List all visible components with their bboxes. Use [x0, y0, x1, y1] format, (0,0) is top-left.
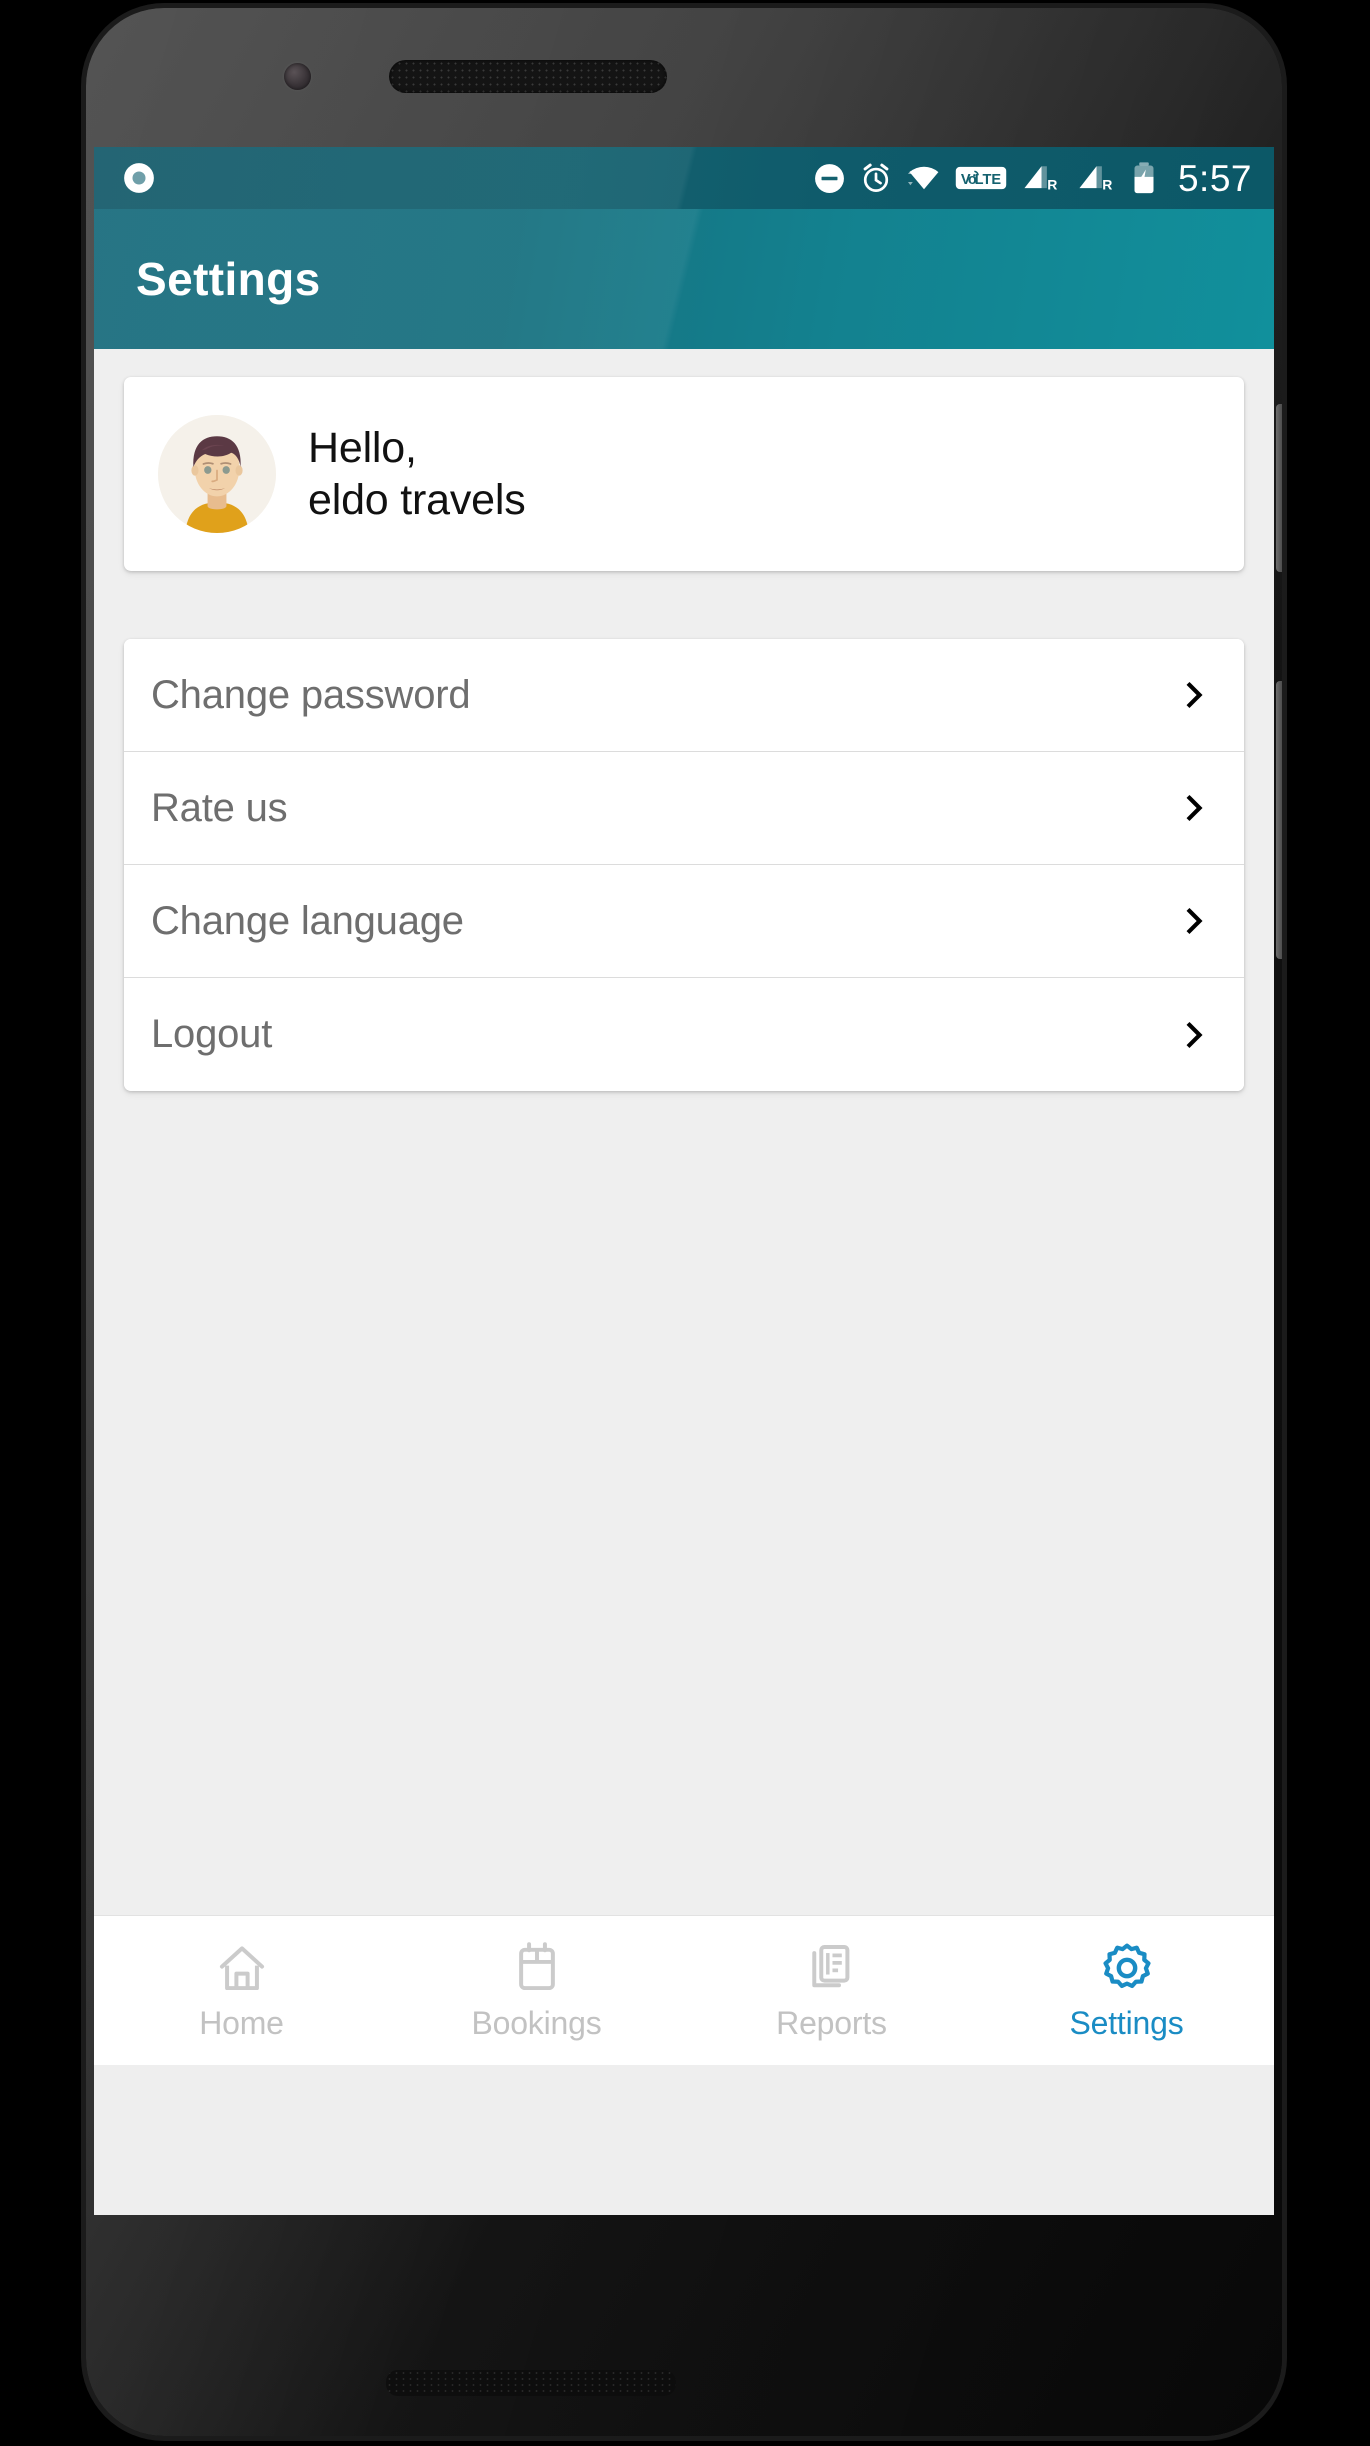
nav-item-reports[interactable]: Reports [684, 1916, 979, 2065]
menu-item-logout[interactable]: Logout [124, 978, 1244, 1091]
notification-dot-icon [124, 163, 154, 193]
status-bar: V LTE o R R 5:57 [94, 147, 1274, 209]
menu-item-change-language[interactable]: Change language [124, 865, 1244, 978]
svg-text:R: R [1047, 176, 1057, 192]
status-bar-clock: 5:57 [1177, 157, 1252, 199]
chevron-right-icon [1186, 794, 1203, 822]
wifi-icon [907, 166, 939, 190]
front-camera-icon [284, 63, 311, 90]
page-title: Settings [136, 253, 321, 305]
battery-charging-icon [1134, 162, 1154, 194]
phone-screen: V LTE o R R 5:57 Settings Hello, eldo tr… [94, 147, 1274, 2215]
profile-greeting-text: Hello, eldo travels [308, 422, 526, 527]
menu-item-label: Change language [151, 898, 464, 943]
profile-card[interactable]: Hello, eldo travels [124, 377, 1244, 571]
nav-item-home[interactable]: Home [94, 1916, 389, 2065]
svg-text:o: o [968, 172, 977, 188]
menu-item-rate-us[interactable]: Rate us [124, 752, 1244, 865]
menu-item-label: Logout [151, 1012, 273, 1056]
nav-item-settings[interactable]: Settings [979, 1916, 1274, 2065]
menu-item-change-password[interactable]: Change password [124, 639, 1244, 752]
signal-sim1-icon: R [1024, 166, 1057, 192]
power-button[interactable] [1276, 404, 1282, 572]
nav-item-label: Reports [776, 2004, 887, 2041]
volte-icon: V LTE o [955, 166, 1007, 190]
home-icon [219, 1945, 264, 1990]
menu-item-label: Rate us [151, 785, 288, 830]
status-bar-right-icons: V LTE o R R 5:57 [813, 160, 1252, 197]
phone-device-frame: V LTE o R R 5:57 Settings Hello, eldo tr… [86, 8, 1282, 2436]
nav-item-bookings[interactable]: Bookings [389, 1916, 684, 2065]
user-avatar [158, 415, 276, 533]
greeting-line: Hello, [308, 423, 417, 472]
signal-sim2-icon: R [1079, 166, 1112, 192]
gear-icon [1102, 1943, 1151, 1988]
nav-item-label: Settings [1069, 2004, 1184, 2041]
earpiece-speaker-grille [389, 60, 667, 93]
user-name: eldo travels [308, 476, 526, 524]
avatar-illustration [158, 415, 276, 533]
calendar-icon [518, 1941, 555, 1990]
do-not-disturb-icon [815, 163, 844, 193]
chevron-right-icon [1186, 1021, 1203, 1048]
svg-text:R: R [1102, 176, 1112, 192]
settings-menu-card: Change password Rate us Change language [124, 639, 1244, 1091]
bottom-speaker-grille [386, 2370, 676, 2396]
app-bar: Settings [94, 209, 1274, 349]
nav-item-label: Home [199, 2004, 284, 2041]
settings-content: Hello, eldo travels Change password Rate… [94, 349, 1274, 2065]
status-bar-left-icons [122, 161, 156, 195]
nav-item-label: Bookings [471, 2004, 602, 2041]
menu-item-label: Change password [151, 672, 471, 717]
chevron-right-icon [1186, 907, 1203, 935]
chevron-right-icon [1186, 681, 1203, 709]
report-document-icon [811, 1944, 849, 1987]
alarm-clock-icon [863, 163, 889, 192]
bottom-navigation-bar: Home Bookings Reports Settings [94, 1915, 1274, 2065]
volume-rocker-button[interactable] [1276, 681, 1282, 959]
